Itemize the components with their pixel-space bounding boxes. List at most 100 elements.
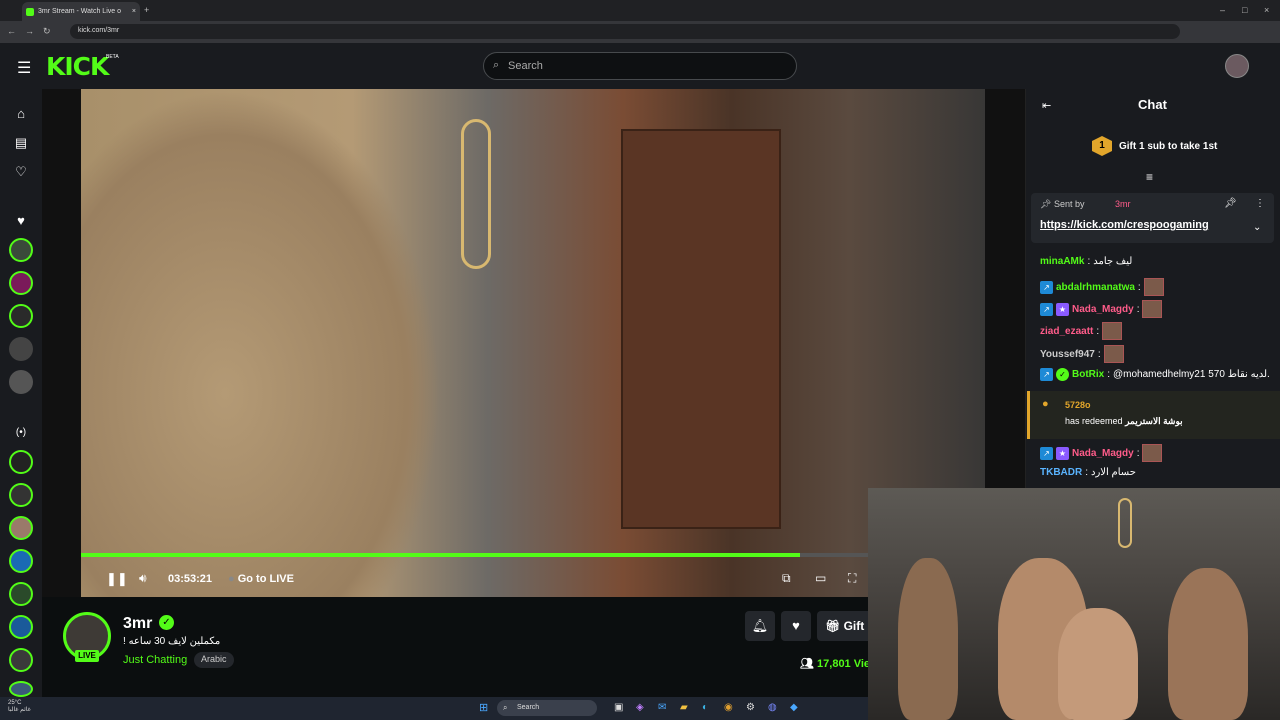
beta-label: BETA xyxy=(106,54,119,60)
pinned-sender-name[interactable]: 3mr xyxy=(1115,199,1131,209)
chat-username[interactable]: abdalrhmanatwa xyxy=(1056,282,1135,293)
chat-text: @mohamedhelmy21 570 لديه نقاط. xyxy=(1113,369,1270,380)
sidebar-channel-avatar[interactable] xyxy=(9,615,33,639)
gifter-badge-icon: ★ xyxy=(1056,446,1069,460)
chat-username[interactable]: Youssef947 xyxy=(1040,349,1095,360)
close-window-icon[interactable]: × xyxy=(1264,5,1269,15)
kick-favicon-icon xyxy=(26,7,34,16)
streamer-name[interactable]: 3mr xyxy=(123,615,152,633)
chat-text: ليف جامد xyxy=(1093,256,1133,267)
stream-time: 03:53:21 xyxy=(168,573,213,585)
redeem-user[interactable]: 5728o xyxy=(1065,400,1091,410)
unpin-icon[interactable]: 📌︎ xyxy=(1224,198,1237,209)
sidebar-channel-avatar[interactable] xyxy=(9,238,33,262)
sidebar-channel-avatar[interactable] xyxy=(9,337,33,361)
live-channels-icon: (•) xyxy=(15,426,27,438)
chat-filter-icon[interactable]: ≡ xyxy=(1146,170,1153,184)
volume-icon[interactable]: 🔊︎ xyxy=(139,571,147,586)
taskbar-search-label: Search xyxy=(517,704,540,711)
kick-logo[interactable]: KICK xyxy=(46,52,109,81)
more-options-icon[interactable]: ⋮ xyxy=(1255,198,1265,209)
redeem-text: has redeemed xyxy=(1065,416,1123,426)
chat-username[interactable]: ziad_ezaatt xyxy=(1040,326,1093,337)
chat-message: ↗ ✓ BotRix: @mohamedhelmy21 570 لديه نقا… xyxy=(1040,368,1270,381)
windows-start-icon[interactable]: ⊞ xyxy=(479,701,488,714)
chat-username[interactable]: TKBADR xyxy=(1040,467,1082,478)
chrome-icon[interactable]: ◉ xyxy=(724,702,733,713)
chat-username[interactable]: BotRix xyxy=(1072,369,1104,380)
chat-message: ↗ ★ Nada_Magdy: xyxy=(1040,444,1163,462)
mail-icon[interactable]: ✉ xyxy=(658,702,666,713)
sub-badge-icon: ↗ xyxy=(1040,302,1053,316)
chat-username[interactable]: minaAMk xyxy=(1040,256,1084,267)
discord-icon[interactable]: ◍ xyxy=(768,702,777,713)
maximize-icon[interactable]: □ xyxy=(1242,5,1247,15)
pinned-link[interactable]: https://kick.com/crespoogaming xyxy=(1040,219,1209,231)
redeem-reward: بوشة الاستريمر xyxy=(1125,416,1183,426)
sidebar-channel-avatar[interactable] xyxy=(9,549,33,573)
copilot-icon[interactable]: ◈ xyxy=(636,702,644,713)
wall-lamp xyxy=(461,119,491,269)
chat-message: Youssef947: xyxy=(1040,345,1124,363)
sidebar-channel-avatar[interactable] xyxy=(9,304,33,328)
wooden-door xyxy=(621,129,781,529)
chat-emote xyxy=(1103,345,1124,363)
settings-icon[interactable]: ⚙ xyxy=(746,702,755,713)
sidebar-channel-avatar[interactable] xyxy=(9,483,33,507)
followed-heart-icon: ♥ xyxy=(17,212,25,228)
rank-badge-icon: 1 xyxy=(1092,136,1112,156)
menu-icon[interactable]: ☰ xyxy=(17,58,31,78)
task-view-icon[interactable]: ▣ xyxy=(614,702,623,713)
go-to-live-button[interactable]: ● Go to LIVE xyxy=(228,573,294,585)
streamer-figure xyxy=(81,89,441,597)
edge-icon[interactable]: ◐ xyxy=(702,702,708,713)
follow-heart-icon[interactable]: ♥ xyxy=(781,611,811,641)
fullscreen-icon[interactable]: ⛶ xyxy=(848,571,856,586)
user-avatar[interactable] xyxy=(1225,54,1249,78)
new-tab-button[interactable]: + xyxy=(144,5,149,15)
sidebar-channel-avatar[interactable] xyxy=(9,450,33,474)
forward-icon[interactable]: → xyxy=(25,26,34,36)
chat-emote xyxy=(1142,300,1163,318)
viewer-count-value: 17,801 Vie xyxy=(817,658,868,670)
reload-icon[interactable]: ↻ xyxy=(43,26,51,37)
search-input[interactable]: ⌕ Search xyxy=(483,52,797,80)
taskbar-search[interactable]: ⌕ Search xyxy=(497,700,597,716)
pinned-sender: 📌︎ Sent by 3mr xyxy=(1040,199,1130,210)
sidebar-channel-avatar[interactable] xyxy=(9,582,33,606)
weather-widget[interactable]: 25°C غائم غالبا xyxy=(8,700,31,714)
file-explorer-icon[interactable]: ▰ xyxy=(680,702,688,713)
sidebar-channel-avatar[interactable] xyxy=(9,648,33,672)
search-placeholder: Search xyxy=(508,60,543,72)
app-icon[interactable]: ◆ xyxy=(790,702,798,713)
miniplayer-icon[interactable]: ⧉ xyxy=(782,571,791,586)
gift-leaderboard[interactable]: 1 Gift 1 sub to take 1st xyxy=(1092,136,1217,156)
sidebar-channel-avatar[interactable] xyxy=(9,681,33,697)
url-field[interactable]: kick.com/3mr xyxy=(70,24,1180,39)
language-tag[interactable]: Arabic xyxy=(194,652,234,668)
sidebar-channel-avatar[interactable] xyxy=(9,271,33,295)
browse-icon[interactable]: ▤ xyxy=(9,131,33,155)
chat-username[interactable]: Nada_Magdy xyxy=(1072,448,1134,459)
category-link[interactable]: Just Chatting xyxy=(123,654,187,666)
home-icon[interactable]: ⌂ xyxy=(9,101,33,125)
chat-emote xyxy=(1143,278,1164,296)
pause-icon[interactable]: ❚❚ xyxy=(106,571,128,587)
browser-tab[interactable]: 3mr Stream - Watch Live o × xyxy=(22,2,140,21)
tab-close-icon[interactable]: × xyxy=(132,8,136,15)
chat-username[interactable]: Nada_Magdy xyxy=(1072,304,1134,315)
person-figure xyxy=(898,558,958,720)
theater-mode-icon[interactable]: ▭ xyxy=(815,571,826,585)
minimize-icon[interactable]: – xyxy=(1220,5,1225,15)
pin-icon: 📌︎ xyxy=(1040,199,1054,209)
gift-sub-button[interactable]: 🎁︎ Gift S xyxy=(817,611,868,641)
verified-icon: ✓ xyxy=(159,615,174,630)
browser-tab-bar xyxy=(0,0,1280,21)
sidebar-channel-avatar[interactable] xyxy=(9,370,33,394)
back-icon[interactable]: ← xyxy=(7,26,16,36)
following-icon[interactable]: ♡ xyxy=(9,160,33,184)
expand-chevron-icon[interactable]: ⌄ xyxy=(1253,222,1261,233)
live-badge: LIVE xyxy=(75,650,99,662)
notification-bell-icon[interactable]: 🔔︎ xyxy=(745,611,775,641)
sidebar-channel-avatar[interactable] xyxy=(9,516,33,540)
